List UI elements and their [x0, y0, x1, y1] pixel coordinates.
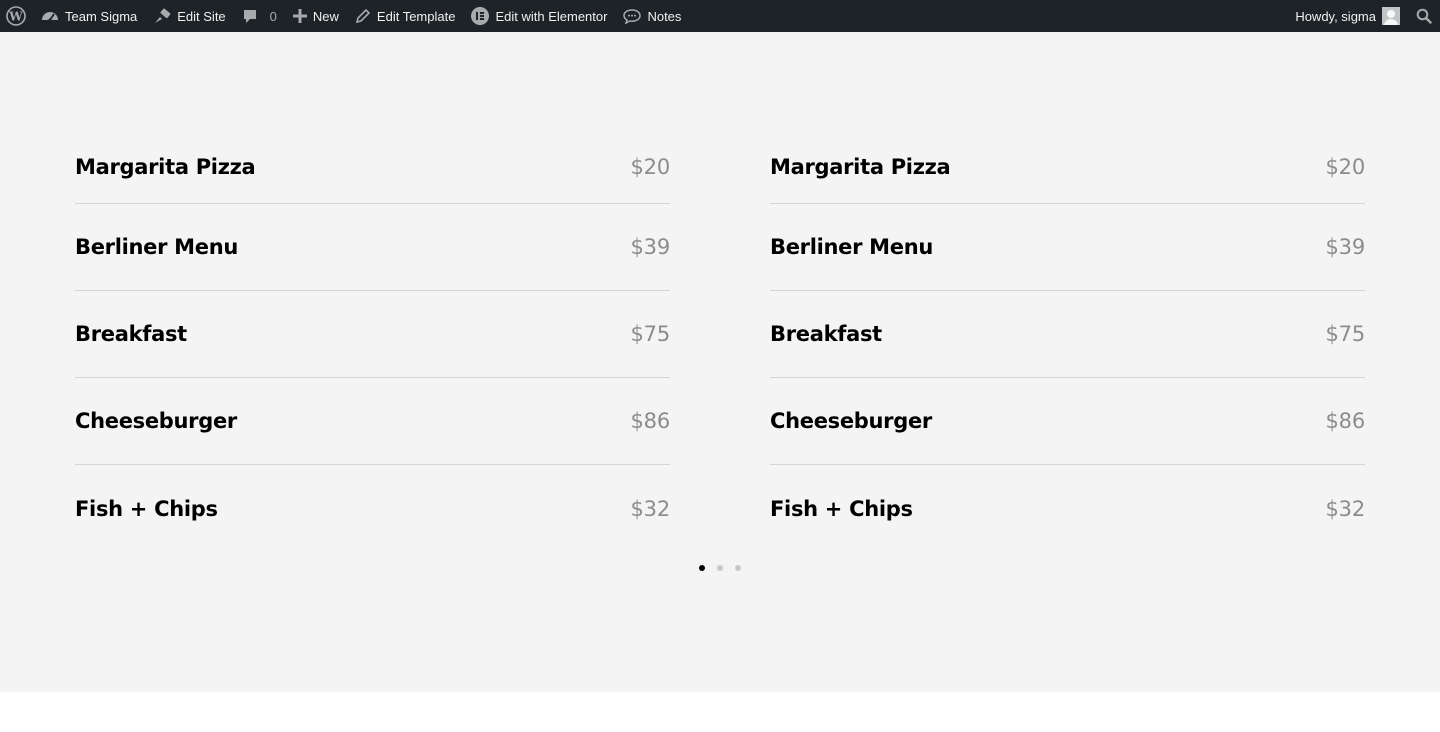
menu-item-price: $75 — [1325, 322, 1366, 346]
notes-button[interactable]: Notes — [615, 0, 689, 32]
price-list-section: Margarita Pizza $20 Berliner Menu $39 Br… — [0, 32, 1440, 692]
menu-item-price: $20 — [1325, 154, 1366, 179]
comments-count: 0 — [269, 8, 277, 24]
pencil-icon — [355, 8, 371, 24]
menu-item: Margarita Pizza $20 — [770, 130, 1365, 204]
menu-item-price: $20 — [630, 154, 671, 179]
elementor-icon — [471, 7, 490, 25]
admin-bar: W Team Sigma Edit Site 0 New Edit Templa… — [0, 0, 1440, 32]
notes-label: Notes — [647, 8, 682, 24]
menu-item: Berliner Menu $39 — [75, 204, 670, 291]
carousel-dot-1[interactable] — [699, 565, 705, 571]
menu-item-price: $32 — [630, 496, 671, 521]
site-name-label: Team Sigma — [65, 8, 138, 24]
new-content-button[interactable]: New — [285, 0, 347, 32]
menu-item: Breakfast $75 — [770, 291, 1365, 378]
edit-template-button[interactable]: Edit Template — [347, 0, 464, 32]
carousel-dot-3[interactable] — [735, 565, 741, 571]
menu-item: Breakfast $75 — [75, 291, 670, 378]
menu-item: Fish + Chips $32 — [770, 465, 1365, 552]
search-icon — [1416, 8, 1432, 24]
menu-item: Cheeseburger $86 — [75, 378, 670, 465]
new-label: New — [312, 8, 339, 24]
menu-item-price: $86 — [1325, 409, 1366, 433]
comments-button[interactable]: 0 — [234, 0, 285, 32]
menu-item-name: Cheeseburger — [770, 409, 932, 433]
svg-text:W: W — [8, 10, 23, 24]
menu-item-price: $86 — [630, 409, 671, 433]
menu-item-name: Breakfast — [75, 322, 187, 346]
plus-icon — [292, 9, 307, 23]
edit-template-label: Edit Template — [376, 8, 456, 24]
search-button[interactable] — [1408, 0, 1440, 32]
edit-site-label: Edit Site — [177, 8, 226, 24]
menu-item-name: Fish + Chips — [75, 496, 218, 521]
wordpress-icon: W — [6, 6, 26, 26]
edit-site-button[interactable]: Edit Site — [145, 0, 233, 32]
edit-with-elementor-button[interactable]: Edit with Elementor — [463, 0, 615, 32]
menu-item-name: Breakfast — [770, 322, 882, 346]
carousel-dot-2[interactable] — [717, 565, 723, 571]
menu-item-name: Fish + Chips — [770, 496, 913, 521]
menu-item-price: $32 — [1325, 496, 1366, 521]
dashboard-icon — [41, 8, 59, 24]
comment-icon — [242, 8, 258, 24]
menu-item-name: Berliner Menu — [75, 235, 239, 259]
site-name-menu[interactable]: Team Sigma — [33, 0, 145, 32]
menu-item-name: Berliner Menu — [770, 235, 934, 259]
price-list-left: Margarita Pizza $20 Berliner Menu $39 Br… — [75, 130, 670, 552]
price-list-right: Margarita Pizza $20 Berliner Menu $39 Br… — [770, 130, 1365, 552]
notes-icon — [623, 8, 642, 24]
menu-item: Berliner Menu $39 — [770, 204, 1365, 291]
menu-item: Cheeseburger $86 — [770, 378, 1365, 465]
menu-item: Margarita Pizza $20 — [75, 130, 670, 204]
brush-icon — [153, 8, 171, 24]
my-account-menu[interactable]: Howdy, sigma — [1287, 0, 1408, 32]
edit-with-elementor-label: Edit with Elementor — [495, 8, 608, 24]
menu-item-name: Cheeseburger — [75, 409, 237, 433]
carousel-pagination — [0, 565, 1440, 571]
menu-item-name: Margarita Pizza — [75, 154, 256, 179]
menu-item: Fish + Chips $32 — [75, 465, 670, 552]
menu-item-name: Margarita Pizza — [770, 154, 951, 179]
menu-item-price: $39 — [630, 235, 671, 259]
menu-item-price: $75 — [630, 322, 671, 346]
avatar — [1382, 7, 1400, 25]
wordpress-logo-button[interactable]: W — [0, 0, 33, 32]
howdy-label: Howdy, sigma — [1295, 8, 1376, 24]
menu-item-price: $39 — [1325, 235, 1366, 259]
